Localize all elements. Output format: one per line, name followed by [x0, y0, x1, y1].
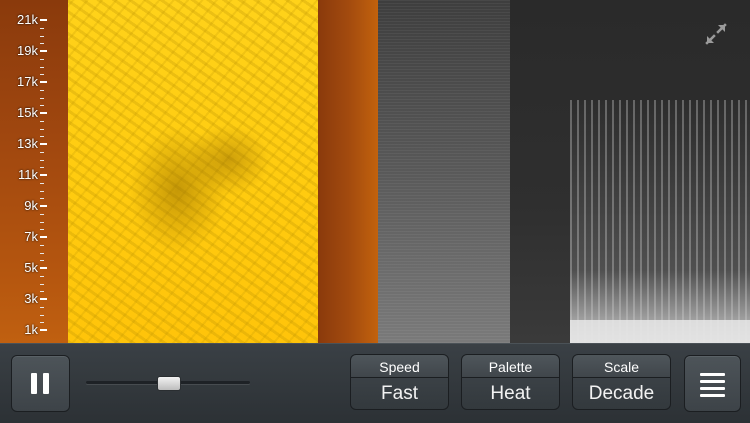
frequency-minor-tick [40, 151, 44, 153]
frequency-minor-tick [40, 136, 44, 138]
frequency-label: 19k [17, 43, 38, 58]
frequency-label: 9k [24, 198, 38, 213]
frequency-minor-tick [40, 252, 44, 254]
frequency-minor-tick [40, 43, 44, 45]
palette-title: Palette [461, 354, 560, 378]
frequency-label: 5k [24, 260, 38, 275]
frequency-minor-tick [40, 35, 44, 37]
menu-button[interactable] [684, 355, 741, 412]
frequency-minor-tick [40, 97, 44, 99]
scale-title: Scale [572, 354, 671, 378]
frequency-tick [40, 174, 47, 176]
frequency-minor-tick [40, 283, 44, 285]
scale-selector[interactable]: Scale Decade [572, 354, 671, 410]
palette-selector[interactable]: Palette Heat [461, 354, 560, 410]
frequency-minor-tick [40, 306, 44, 308]
frequency-minor-tick [40, 275, 44, 277]
speed-value[interactable]: Fast [350, 378, 449, 410]
frequency-tick [40, 112, 47, 114]
frequency-label: 11k [18, 167, 38, 182]
frequency-minor-tick [40, 74, 44, 76]
frequency-tick [40, 205, 47, 207]
frequency-minor-tick [40, 244, 44, 246]
frequency-minor-tick [40, 291, 44, 293]
frequency-minor-tick [40, 229, 44, 231]
speed-title: Speed [350, 354, 449, 378]
pause-button[interactable] [11, 355, 70, 412]
scale-value[interactable]: Decade [572, 378, 671, 410]
frequency-tick [40, 267, 47, 269]
frequency-label: 21k [17, 12, 38, 27]
spectrogram-signal [570, 100, 750, 343]
frequency-minor-tick [40, 105, 44, 107]
frequency-minor-tick [40, 66, 44, 68]
frequency-minor-tick [40, 120, 44, 122]
frequency-tick [40, 81, 47, 83]
frequency-minor-tick [40, 198, 44, 200]
frequency-label: 15k [17, 105, 38, 120]
frequency-minor-tick [40, 314, 44, 316]
frequency-label: 3k [24, 291, 38, 306]
frequency-minor-tick [40, 182, 44, 184]
speed-selector[interactable]: Speed Fast [350, 354, 449, 410]
frequency-label: 17k [17, 74, 38, 89]
spectrogram-display: 21k 19k 17k 15k 13k 11k 9k 7k 5k 3k 1k [0, 0, 750, 343]
frequency-minor-tick [40, 190, 44, 192]
spectrogram-band [318, 0, 378, 343]
frequency-minor-tick [40, 58, 44, 60]
expand-icon[interactable] [704, 22, 728, 46]
frequency-minor-tick [40, 221, 44, 223]
spectrogram-signal [570, 320, 750, 343]
frequency-minor-tick [40, 213, 44, 215]
frequency-minor-tick [40, 128, 44, 130]
frequency-minor-tick [40, 27, 44, 29]
spectrogram-band [378, 0, 510, 343]
spectrogram-image-band [68, 0, 318, 343]
frequency-minor-tick [40, 322, 44, 324]
frequency-minor-tick [40, 167, 44, 169]
frequency-minor-tick [40, 159, 44, 161]
frequency-tick [40, 143, 47, 145]
frequency-minor-tick [40, 89, 44, 91]
palette-value[interactable]: Heat [461, 378, 560, 410]
frequency-label: 7k [24, 229, 38, 244]
frequency-tick [40, 329, 47, 331]
frequency-label: 13k [17, 136, 38, 151]
frequency-tick [40, 298, 47, 300]
frequency-label: 1k [24, 322, 38, 337]
frequency-tick [40, 236, 47, 238]
volume-slider-thumb[interactable] [157, 376, 181, 391]
frequency-tick [40, 50, 47, 52]
frequency-tick [40, 19, 47, 21]
frequency-minor-tick [40, 260, 44, 262]
